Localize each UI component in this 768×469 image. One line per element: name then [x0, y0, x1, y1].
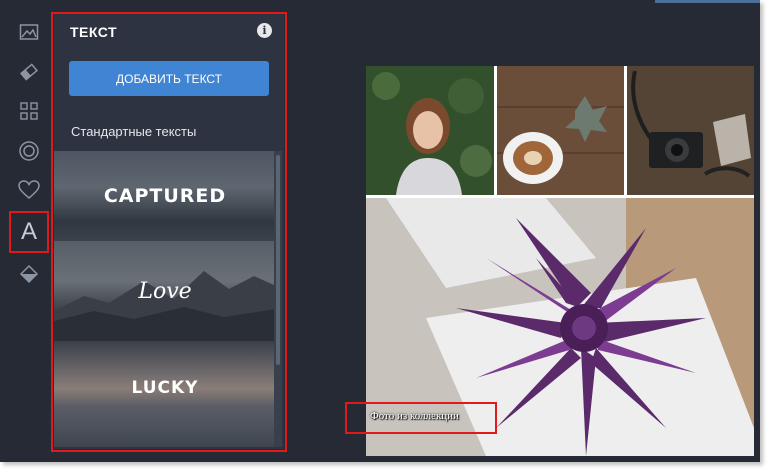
- info-icon[interactable]: i: [257, 23, 272, 38]
- heart-icon[interactable]: [12, 173, 46, 207]
- text-icon: A: [20, 218, 37, 245]
- photo-caption: Фото из коллекции: [370, 410, 459, 422]
- text-tool-button[interactable]: A: [9, 211, 49, 253]
- editor-window: A ТЕКСТ i Добавить текст Стандартные тек…: [0, 0, 760, 462]
- preset-love[interactable]: Love: [54, 241, 276, 341]
- panel-scrollbar[interactable]: [274, 151, 282, 447]
- photo-tile-portrait[interactable]: [366, 66, 494, 195]
- preset-captured[interactable]: CAPTURED: [54, 151, 276, 241]
- grid-icon[interactable]: [12, 94, 46, 128]
- preset-lucky[interactable]: LUCKY: [54, 341, 276, 447]
- preset-captured-text: CAPTURED: [103, 185, 227, 207]
- tool-rail: A: [0, 0, 56, 462]
- preset-love-text: Love: [138, 278, 192, 304]
- collage-canvas[interactable]: [366, 66, 754, 456]
- circle-frame-icon[interactable]: [12, 134, 46, 168]
- image-icon[interactable]: [12, 15, 46, 49]
- add-text-button[interactable]: Добавить текст: [69, 61, 269, 96]
- photo-tile-camera[interactable]: [627, 66, 754, 195]
- eraser-icon[interactable]: [12, 55, 46, 89]
- fill-icon[interactable]: [12, 257, 46, 291]
- top-accent-line: [655, 0, 760, 3]
- scrollbar-thumb[interactable]: [276, 155, 280, 365]
- preset-list: CAPTURED Love LUCKY: [54, 151, 276, 447]
- panel-title: ТЕКСТ: [70, 24, 118, 40]
- photo-tile-coffee[interactable]: [497, 66, 624, 195]
- standard-texts-label: Стандартные тексты: [71, 124, 197, 139]
- text-panel: ТЕКСТ i Добавить текст Стандартные текст…: [54, 14, 284, 449]
- preset-lucky-text: LUCKY: [131, 378, 199, 398]
